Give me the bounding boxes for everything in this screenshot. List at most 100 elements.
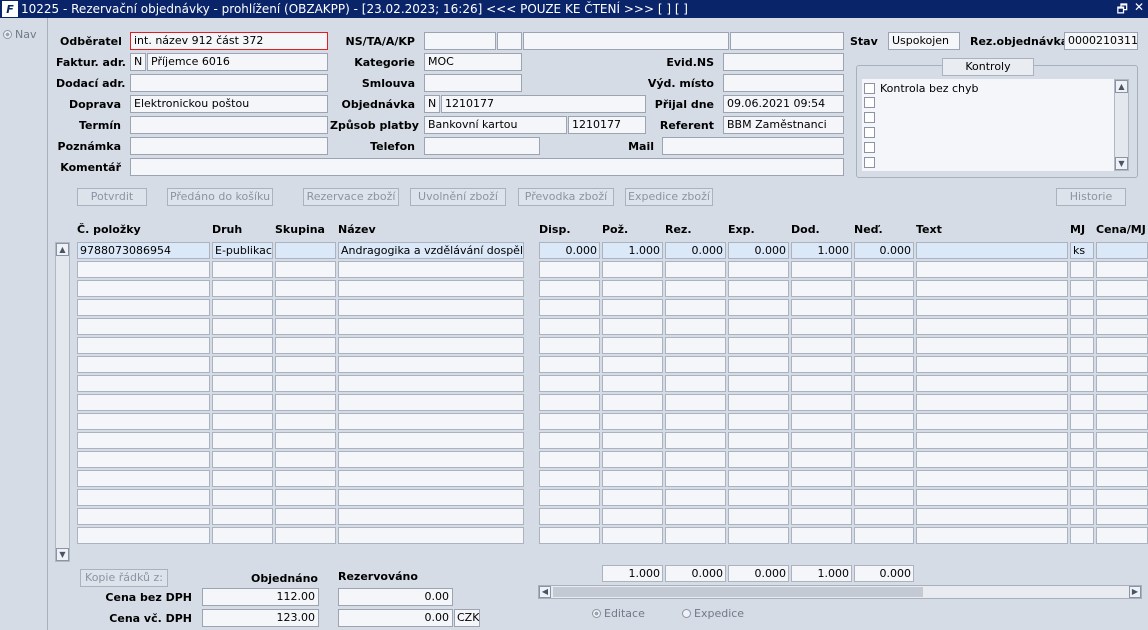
mail-field[interactable] (662, 137, 844, 155)
checkbox-icon[interactable] (864, 142, 875, 153)
cell-disp[interactable] (539, 318, 600, 335)
cell-rez[interactable] (665, 508, 726, 525)
dodaci-field[interactable] (130, 74, 328, 92)
cell-druh[interactable] (212, 432, 273, 449)
cell-nazev[interactable] (338, 508, 524, 525)
kp-field[interactable] (730, 32, 844, 50)
cell-exp[interactable] (728, 394, 789, 411)
cell-druh[interactable] (212, 451, 273, 468)
kategorie-field[interactable]: MOC (424, 53, 522, 71)
cell-mj[interactable] (1070, 470, 1094, 487)
cell-mj[interactable] (1070, 337, 1094, 354)
cell-druh[interactable] (212, 280, 273, 297)
cell-mj[interactable] (1070, 375, 1094, 392)
termin-field[interactable] (130, 116, 328, 134)
cell-poz[interactable] (602, 470, 663, 487)
cell-mj[interactable]: ks (1070, 242, 1094, 259)
stav-field[interactable]: Uspokojen (888, 32, 960, 50)
telefon-field[interactable] (424, 137, 540, 155)
kopie-button[interactable]: Kopie řádků z: (80, 569, 168, 587)
potvrdit-button[interactable]: Potvrdit (77, 188, 147, 206)
cell-nazev[interactable] (338, 470, 524, 487)
cell-exp[interactable] (728, 280, 789, 297)
cell-rez[interactable] (665, 432, 726, 449)
cell-nazev[interactable] (338, 261, 524, 278)
cell-ned[interactable] (854, 508, 914, 525)
cell-dod[interactable] (791, 413, 852, 430)
scroll-up-icon[interactable]: ▲ (56, 243, 69, 256)
cell-mj[interactable] (1070, 394, 1094, 411)
cell-polozka[interactable] (77, 261, 210, 278)
cell-nazev[interactable] (338, 432, 524, 449)
cell-polozka[interactable] (77, 413, 210, 430)
cell-polozka[interactable] (77, 432, 210, 449)
cell-nazev[interactable]: Andragogika a vzdělávání dospělých. (338, 242, 524, 259)
cell-cena[interactable] (1096, 337, 1148, 354)
faktur-flag-field[interactable]: N (130, 53, 146, 71)
cell-ned[interactable] (854, 413, 914, 430)
cell-ned[interactable] (854, 261, 914, 278)
cell-disp[interactable] (539, 337, 600, 354)
cell-nazev[interactable] (338, 280, 524, 297)
cell-nazev[interactable] (338, 299, 524, 316)
cell-druh[interactable] (212, 261, 273, 278)
cell-druh[interactable] (212, 337, 273, 354)
cell-text[interactable] (916, 280, 1068, 297)
cell-rez[interactable] (665, 413, 726, 430)
cell-ned[interactable] (854, 356, 914, 373)
cell-exp[interactable]: 0.000 (728, 242, 789, 259)
cell-druh[interactable] (212, 470, 273, 487)
cell-poz[interactable] (602, 261, 663, 278)
cell-mj[interactable] (1070, 318, 1094, 335)
a-field[interactable] (523, 32, 729, 50)
cell-cena[interactable] (1096, 451, 1148, 468)
expedice-button[interactable]: Expedice zboží (625, 188, 713, 206)
cell-ned[interactable] (854, 470, 914, 487)
cell-exp[interactable] (728, 508, 789, 525)
cell-text[interactable] (916, 318, 1068, 335)
cell-ned[interactable] (854, 451, 914, 468)
cell-skupina[interactable] (275, 299, 336, 316)
cell-exp[interactable] (728, 261, 789, 278)
cell-skupina[interactable] (275, 356, 336, 373)
cell-nazev[interactable] (338, 489, 524, 506)
cell-text[interactable] (916, 337, 1068, 354)
cell-text[interactable] (916, 356, 1068, 373)
cell-poz[interactable] (602, 375, 663, 392)
cell-exp[interactable] (728, 299, 789, 316)
vydmisto-field[interactable] (723, 74, 844, 92)
cell-disp[interactable] (539, 261, 600, 278)
cell-text[interactable] (916, 261, 1068, 278)
cell-polozka[interactable] (77, 318, 210, 335)
cell-druh[interactable] (212, 394, 273, 411)
checkbox-icon[interactable] (864, 83, 875, 94)
editace-radio[interactable]: Editace (592, 607, 645, 620)
cell-dod[interactable] (791, 299, 852, 316)
cell-skupina[interactable] (275, 489, 336, 506)
cell-dod[interactable] (791, 489, 852, 506)
cell-disp[interactable] (539, 508, 600, 525)
checkbox-icon[interactable] (864, 112, 875, 123)
cell-rez[interactable]: 0.000 (665, 242, 726, 259)
cell-poz[interactable] (602, 299, 663, 316)
cell-druh[interactable] (212, 375, 273, 392)
cell-exp[interactable] (728, 451, 789, 468)
cell-mj[interactable] (1070, 508, 1094, 525)
cell-disp[interactable] (539, 280, 600, 297)
cell-polozka[interactable] (77, 337, 210, 354)
cell-text[interactable] (916, 527, 1068, 544)
cell-druh[interactable] (212, 299, 273, 316)
cell-nazev[interactable] (338, 337, 524, 354)
odberatel-field[interactable]: int. název 912 část 372 (130, 32, 328, 50)
cell-dod[interactable] (791, 394, 852, 411)
cell-skupina[interactable] (275, 337, 336, 354)
cell-disp[interactable] (539, 470, 600, 487)
scroll-right-icon[interactable]: ▶ (1129, 586, 1141, 598)
cell-mj[interactable] (1070, 356, 1094, 373)
cell-dod[interactable] (791, 527, 852, 544)
cell-exp[interactable] (728, 413, 789, 430)
cell-skupina[interactable] (275, 280, 336, 297)
cell-rez[interactable] (665, 337, 726, 354)
cell-disp[interactable] (539, 299, 600, 316)
hscroll-thumb[interactable] (553, 587, 923, 597)
